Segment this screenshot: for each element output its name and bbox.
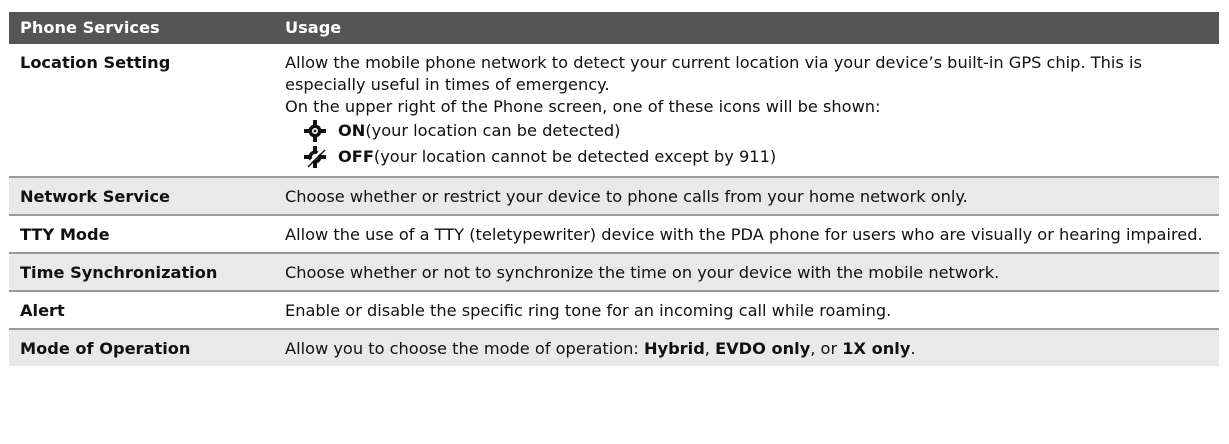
service-name: Network Service: [9, 177, 274, 216]
service-name: Location Setting: [9, 44, 274, 178]
status-desc-on: (your location can be detected): [365, 121, 621, 140]
table-row: Location Setting Allow the mobile phone …: [9, 44, 1219, 178]
location-on-line: ON (your location can be detected): [304, 118, 1209, 144]
service-name: TTY Mode: [9, 215, 274, 254]
usage-cell: Allow the mobile phone network to detect…: [274, 44, 1219, 178]
usage-text: Choose whether or restrict your device t…: [274, 177, 1219, 216]
location-on-icon: [304, 119, 338, 143]
service-name: Alert: [9, 291, 274, 330]
usage-end: .: [910, 339, 916, 358]
header-usage: Usage: [274, 12, 1219, 44]
status-key-on: ON: [338, 121, 366, 140]
mode-option-hybrid: Hybrid: [643, 339, 705, 358]
phone-services-table: Phone Services Usage Location Setting Al…: [9, 12, 1219, 366]
table-row: Time Synchronization Choose whether or n…: [9, 253, 1219, 292]
table-header-row: Phone Services Usage: [9, 12, 1219, 44]
usage-text: On the upper right of the Phone screen, …: [285, 97, 881, 116]
usage-text: Allow the mobile phone network to detect…: [285, 53, 1142, 94]
mode-option-evdo: EVDO only: [715, 339, 811, 358]
location-off-icon: [304, 145, 338, 169]
table-row: Mode of Operation Allow you to choose th…: [9, 329, 1219, 366]
usage-separator: , or: [810, 339, 843, 358]
usage-text: Allow you to choose the mode of operatio…: [285, 339, 644, 358]
service-name: Mode of Operation: [9, 329, 274, 366]
table-row: TTY Mode Allow the use of a TTY (teletyp…: [9, 215, 1219, 254]
table-row: Network Service Choose whether or restri…: [9, 177, 1219, 216]
status-key-off: OFF: [338, 147, 374, 166]
service-name: Time Synchronization: [9, 253, 274, 292]
usage-separator: ,: [704, 339, 716, 358]
usage-text: Allow the use of a TTY (teletypewriter) …: [274, 215, 1219, 254]
header-phone-services: Phone Services: [9, 12, 274, 44]
usage-cell: Allow you to choose the mode of operatio…: [274, 329, 1219, 366]
table-row: Alert Enable or disable the specific rin…: [9, 291, 1219, 330]
usage-text: Enable or disable the specific ring tone…: [274, 291, 1219, 330]
usage-text: Choose whether or not to synchronize the…: [274, 253, 1219, 292]
status-desc-off: (your location cannot be detected except…: [373, 147, 777, 166]
mode-option-1x: 1X only: [842, 339, 911, 358]
location-off-line: OFF (your location cannot be detected ex…: [304, 144, 1209, 170]
